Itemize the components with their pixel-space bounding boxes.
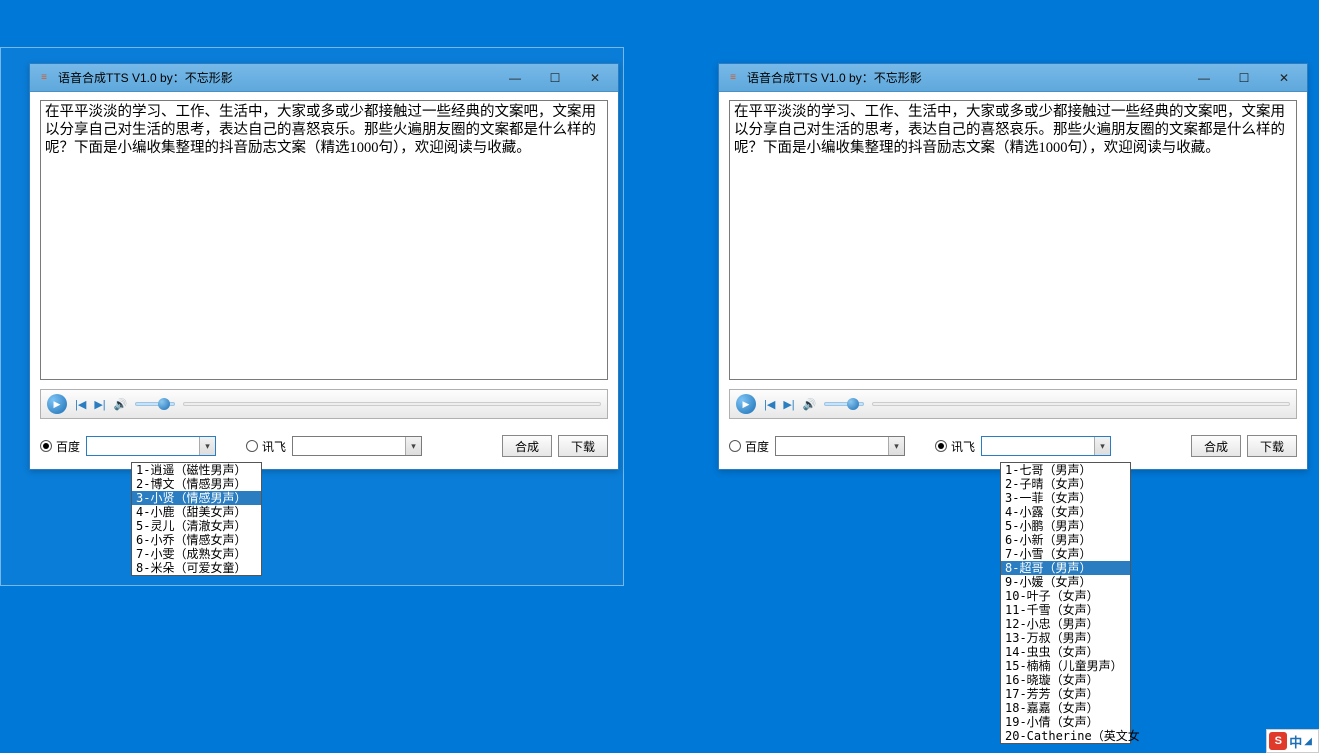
volume-icon[interactable]: 🔊 — [114, 398, 128, 411]
voice-option[interactable]: 5-小鹏（男声） — [1001, 519, 1130, 533]
voice-option[interactable]: 13-万叔（男声） — [1001, 631, 1130, 645]
voice-option[interactable]: 14-虫虫（女声） — [1001, 645, 1130, 659]
voice-option[interactable]: 8-米朵（可爱女童） — [132, 561, 261, 575]
volume-slider[interactable] — [824, 402, 864, 406]
voice-option[interactable]: 16-晓璇（女声） — [1001, 673, 1130, 687]
voice-option[interactable]: 5-灵儿（清澈女声） — [132, 519, 261, 533]
titlebar[interactable]: ≡ 语音合成TTS V1.0 by：不忘形影 — ☐ ✕ — [30, 64, 618, 92]
xunfei-voice-input[interactable] — [292, 436, 422, 456]
maximize-button[interactable]: ☐ — [536, 68, 574, 88]
radio-xunfei-label: 讯飞 — [951, 438, 975, 455]
radio-xunfei[interactable]: 讯飞 — [246, 438, 286, 455]
window-title: 语音合成TTS V1.0 by：不忘形影 — [747, 69, 1185, 86]
voice-option[interactable]: 7-小雯（成熟女声） — [132, 547, 261, 561]
baidu-voice-dropdown[interactable]: 1-逍遥（磁性男声）2-博文（情感男声）3-小贤（情感男声）4-小鹿（甜美女声）… — [131, 462, 262, 576]
next-button[interactable]: ▶| — [783, 398, 794, 411]
chevron-down-icon[interactable]: ▾ — [1094, 437, 1110, 455]
baidu-voice-combo[interactable]: ▾ — [86, 436, 216, 456]
ime-language: 中 — [1289, 732, 1302, 751]
window-title: 语音合成TTS V1.0 by：不忘形影 — [58, 69, 496, 86]
voice-option[interactable]: 4-小鹿（甜美女声） — [132, 505, 261, 519]
tts-window-right: ≡ 语音合成TTS V1.0 by：不忘形影 — ☐ ✕ ▶ |◀ ▶| 🔊 百… — [718, 63, 1308, 470]
voice-option[interactable]: 11-千雪（女声） — [1001, 603, 1130, 617]
download-button[interactable]: 下载 — [1247, 435, 1297, 457]
radio-xunfei[interactable]: 讯飞 — [935, 438, 975, 455]
prev-button[interactable]: |◀ — [75, 398, 86, 411]
voice-option[interactable]: 12-小忠（男声） — [1001, 617, 1130, 631]
play-button[interactable]: ▶ — [736, 394, 756, 414]
voice-option[interactable]: 2-子晴（女声） — [1001, 477, 1130, 491]
next-button[interactable]: ▶| — [94, 398, 105, 411]
app-icon: ≡ — [725, 70, 741, 86]
chevron-down-icon[interactable]: ▾ — [405, 437, 421, 455]
window-controls: — ☐ ✕ — [496, 68, 614, 88]
close-button[interactable]: ✕ — [576, 68, 614, 88]
baidu-voice-input[interactable] — [775, 436, 905, 456]
progress-track[interactable] — [183, 402, 601, 406]
voice-option[interactable]: 3-小贤（情感男声） — [132, 491, 261, 505]
volume-icon[interactable]: 🔊 — [803, 398, 817, 411]
radio-baidu-label: 百度 — [56, 438, 80, 455]
xunfei-voice-input[interactable] — [981, 436, 1111, 456]
close-button[interactable]: ✕ — [1265, 68, 1303, 88]
radio-baidu-label: 百度 — [745, 438, 769, 455]
xunfei-voice-dropdown[interactable]: 1-七哥（男声）2-子晴（女声）3-一菲（女声）4-小露（女声）5-小鹏（男声）… — [1000, 462, 1131, 744]
audio-player: ▶ |◀ ▶| 🔊 — [40, 389, 608, 419]
app-icon: ≡ — [36, 70, 52, 86]
baidu-voice-input[interactable] — [86, 436, 216, 456]
window-body: ▶ |◀ ▶| 🔊 百度 ▾ 讯飞 — [719, 92, 1307, 469]
chevron-down-icon[interactable]: ▾ — [888, 437, 904, 455]
voice-option[interactable]: 7-小雪（女声） — [1001, 547, 1130, 561]
voice-option[interactable]: 6-小新（男声） — [1001, 533, 1130, 547]
ime-indicator[interactable]: S 中 ◢ — [1266, 729, 1319, 753]
voice-option[interactable]: 2-博文（情感男声） — [132, 477, 261, 491]
voice-option[interactable]: 1-七哥（男声） — [1001, 463, 1130, 477]
text-input[interactable] — [40, 100, 608, 380]
voice-option[interactable]: 1-逍遥（磁性男声） — [132, 463, 261, 477]
radio-xunfei-label: 讯飞 — [262, 438, 286, 455]
volume-thumb[interactable] — [158, 398, 170, 410]
window-controls: — ☐ ✕ — [1185, 68, 1303, 88]
voice-option[interactable]: 10-叶子（女声） — [1001, 589, 1130, 603]
window-body: ▶ |◀ ▶| 🔊 百度 ▾ 讯飞 — [30, 92, 618, 469]
ime-logo-icon: S — [1269, 732, 1287, 750]
engine-controls: 百度 ▾ 讯飞 ▾ 合成 下载 — [40, 435, 608, 457]
maximize-button[interactable]: ☐ — [1225, 68, 1263, 88]
audio-player: ▶ |◀ ▶| 🔊 — [729, 389, 1297, 419]
voice-option[interactable]: 6-小乔（情感女声） — [132, 533, 261, 547]
engine-controls: 百度 ▾ 讯飞 ▾ 合成 下载 — [729, 435, 1297, 457]
minimize-button[interactable]: — — [496, 68, 534, 88]
synthesize-button[interactable]: 合成 — [502, 435, 552, 457]
volume-thumb[interactable] — [847, 398, 859, 410]
tts-window-left: ≡ 语音合成TTS V1.0 by：不忘形影 — ☐ ✕ ▶ |◀ ▶| 🔊 百… — [29, 63, 619, 470]
voice-option[interactable]: 9-小媛（女声） — [1001, 575, 1130, 589]
radio-baidu[interactable]: 百度 — [40, 438, 80, 455]
minimize-button[interactable]: — — [1185, 68, 1223, 88]
text-input[interactable] — [729, 100, 1297, 380]
play-button[interactable]: ▶ — [47, 394, 67, 414]
voice-option[interactable]: 15-楠楠（儿童男声） — [1001, 659, 1130, 673]
voice-option[interactable]: 8-超哥（男声） — [1001, 561, 1130, 575]
progress-track[interactable] — [872, 402, 1290, 406]
voice-option[interactable]: 19-小倩（女声） — [1001, 715, 1130, 729]
synthesize-button[interactable]: 合成 — [1191, 435, 1241, 457]
xunfei-voice-combo[interactable]: ▾ — [292, 436, 422, 456]
prev-button[interactable]: |◀ — [764, 398, 775, 411]
voice-option[interactable]: 20-Catherine（英文女 — [1001, 729, 1130, 743]
voice-option[interactable]: 18-嘉嘉（女声） — [1001, 701, 1130, 715]
volume-slider[interactable] — [135, 402, 175, 406]
voice-option[interactable]: 4-小露（女声） — [1001, 505, 1130, 519]
radio-baidu[interactable]: 百度 — [729, 438, 769, 455]
voice-option[interactable]: 3-一菲（女声） — [1001, 491, 1130, 505]
xunfei-voice-combo[interactable]: ▾ — [981, 436, 1111, 456]
baidu-voice-combo[interactable]: ▾ — [775, 436, 905, 456]
titlebar[interactable]: ≡ 语音合成TTS V1.0 by：不忘形影 — ☐ ✕ — [719, 64, 1307, 92]
download-button[interactable]: 下载 — [558, 435, 608, 457]
ime-expand-icon[interactable]: ◢ — [1304, 736, 1312, 747]
chevron-down-icon[interactable]: ▾ — [199, 437, 215, 455]
voice-option[interactable]: 17-芳芳（女声） — [1001, 687, 1130, 701]
